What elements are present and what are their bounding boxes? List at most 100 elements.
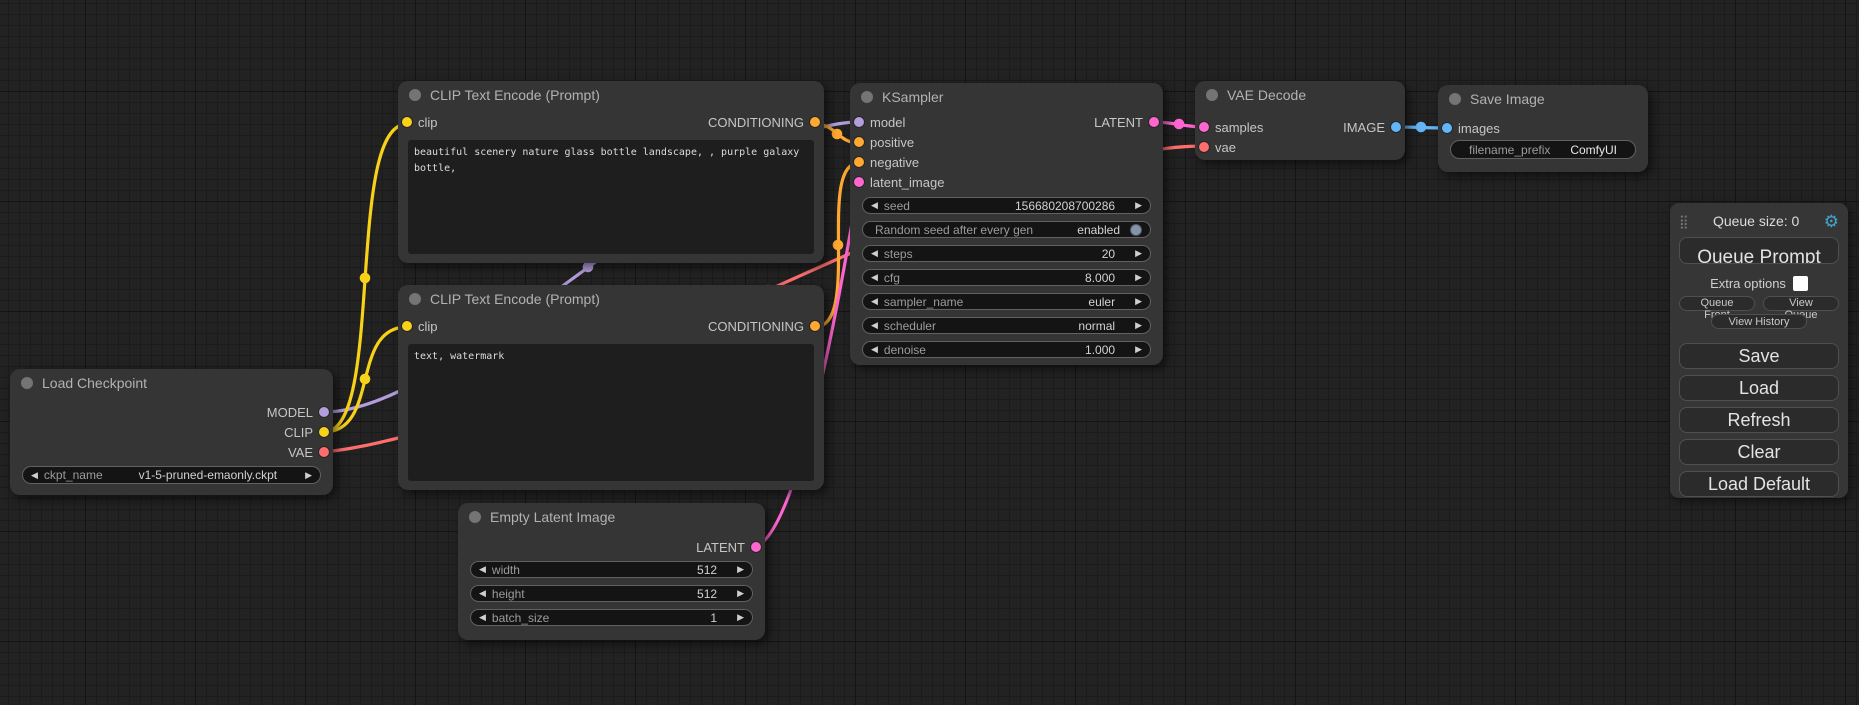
widget-value: euler [1088,295,1115,309]
save-button[interactable]: Save [1679,343,1839,369]
extra-options-checkbox[interactable] [1793,276,1808,291]
arrow-left-icon[interactable] [479,613,486,622]
node-collapse-dot[interactable] [1206,89,1218,101]
node-collapse-dot[interactable] [21,377,33,389]
load-button[interactable]: Load [1679,375,1839,401]
arrow-right-icon[interactable] [737,565,744,574]
widget-sampler-name[interactable]: sampler_name euler [862,293,1151,310]
output-slot-latent[interactable] [1149,117,1159,127]
input-slot-samples[interactable] [1199,122,1209,132]
widget-value: 1.000 [1085,343,1115,357]
input-slot-latent-image[interactable] [854,177,864,187]
arrow-left-icon[interactable] [871,273,878,282]
output-slot-clip[interactable] [319,427,329,437]
node-title: Load Checkpoint [42,375,147,391]
output-slot-conditioning[interactable] [810,117,820,127]
widget-ckpt-name[interactable]: ckpt_name v1-5-pruned-emaonly.ckpt [22,466,321,484]
widget-filename-prefix[interactable]: filename_prefix ComfyUI [1450,140,1636,159]
widget-name: batch_size [492,611,549,625]
widget-height[interactable]: height 512 [470,585,753,602]
input-slot-vae[interactable] [1199,142,1209,152]
arrow-left-icon[interactable] [871,201,878,210]
widget-cfg[interactable]: cfg 8.000 [862,269,1151,286]
node-ksampler[interactable]: KSampler model LATENT positive negative … [850,83,1163,365]
node-collapse-dot[interactable] [469,511,481,523]
input-label-clip: clip [418,319,438,334]
node-title: Save Image [1470,91,1545,107]
settings-gear-icon[interactable] [1824,213,1839,230]
node-clip-text-encode-negative[interactable]: CLIP Text Encode (Prompt) clip CONDITION… [398,285,824,490]
arrow-right-icon[interactable] [1135,249,1142,258]
prompt-textarea[interactable]: beautiful scenery nature glass bottle la… [408,140,814,254]
view-queue-button[interactable]: View Queue [1763,296,1839,311]
arrow-left-icon[interactable] [871,297,878,306]
widget-denoise[interactable]: denoise 1.000 [862,341,1151,358]
node-collapse-dot[interactable] [861,91,873,103]
arrow-right-icon[interactable] [1135,321,1142,330]
output-slot-latent[interactable] [751,542,761,552]
arrow-right-icon[interactable] [1135,345,1142,354]
arrow-left-icon[interactable] [479,589,486,598]
node-collapse-dot[interactable] [1449,93,1461,105]
input-slot-negative[interactable] [854,157,864,167]
input-slot-positive[interactable] [854,137,864,147]
widget-batch-size[interactable]: batch_size 1 [470,609,753,626]
view-history-button[interactable]: View History [1711,314,1807,329]
node-load-checkpoint[interactable]: Load Checkpoint MODEL CLIP VAE ckpt_name… [10,369,333,495]
widget-scheduler[interactable]: scheduler normal [862,317,1151,334]
node-clip-text-encode-positive[interactable]: CLIP Text Encode (Prompt) clip CONDITION… [398,81,824,263]
input-slot-clip[interactable] [402,117,412,127]
widget-name: Random seed after every gen [875,223,1033,237]
queue-panel[interactable]: Queue size: 0 Queue Prompt Extra options… [1670,203,1848,498]
queue-size-label: Queue size: 0 [1689,213,1824,229]
arrow-left-icon[interactable] [871,321,878,330]
widget-width[interactable]: width 512 [470,561,753,578]
node-vae-decode[interactable]: VAE Decode samples IMAGE vae [1195,81,1405,160]
output-label-latent: LATENT [1094,115,1143,130]
node-collapse-dot[interactable] [409,293,421,305]
output-slot-conditioning[interactable] [810,321,820,331]
widget-random-seed-toggle[interactable]: Random seed after every gen enabled [862,221,1151,238]
load-default-button[interactable]: Load Default [1679,471,1839,497]
node-collapse-dot[interactable] [409,89,421,101]
widget-value: enabled [1077,223,1120,237]
arrow-left-icon[interactable] [479,565,486,574]
arrow-right-icon[interactable] [737,589,744,598]
refresh-button[interactable]: Refresh [1679,407,1839,433]
arrow-right-icon[interactable] [1135,201,1142,210]
widget-steps[interactable]: steps 20 [862,245,1151,262]
node-graph-canvas[interactable]: Load Checkpoint MODEL CLIP VAE ckpt_name… [0,0,1859,705]
arrow-right-icon[interactable] [305,471,312,480]
clear-button[interactable]: Clear [1679,439,1839,465]
output-slot-vae[interactable] [319,447,329,457]
arrow-left-icon[interactable] [871,249,878,258]
node-empty-latent-image[interactable]: Empty Latent Image LATENT width 512 heig… [458,503,765,640]
prompt-textarea[interactable]: text, watermark [408,344,814,481]
output-slot-image[interactable] [1391,122,1401,132]
input-slot-images[interactable] [1442,123,1452,133]
widget-value: ComfyUI [1570,143,1617,157]
widget-name: denoise [884,343,926,357]
input-slot-model[interactable] [854,117,864,127]
input-label-positive: positive [870,135,914,150]
input-label-model: model [870,115,905,130]
node-title: Empty Latent Image [490,509,615,525]
arrow-left-icon[interactable] [31,471,38,480]
queue-front-button[interactable]: Queue Front [1679,296,1755,311]
widget-value: 8.000 [1085,271,1115,285]
widget-name: sampler_name [884,295,963,309]
toggle-knob[interactable] [1130,224,1142,236]
drag-handle-icon[interactable] [1679,215,1689,228]
queue-prompt-button[interactable]: Queue Prompt [1679,237,1839,264]
output-slot-model[interactable] [319,407,329,417]
arrow-right-icon[interactable] [1135,297,1142,306]
widget-seed[interactable]: seed 156680208700286 [862,197,1151,214]
arrow-right-icon[interactable] [1135,273,1142,282]
node-save-image[interactable]: Save Image images filename_prefix ComfyU… [1438,85,1648,172]
arrow-right-icon[interactable] [737,613,744,622]
arrow-left-icon[interactable] [871,345,878,354]
widget-value: 20 [1102,247,1115,261]
widget-value: normal [1078,319,1115,333]
input-slot-clip[interactable] [402,321,412,331]
input-label-vae: vae [1215,140,1236,155]
